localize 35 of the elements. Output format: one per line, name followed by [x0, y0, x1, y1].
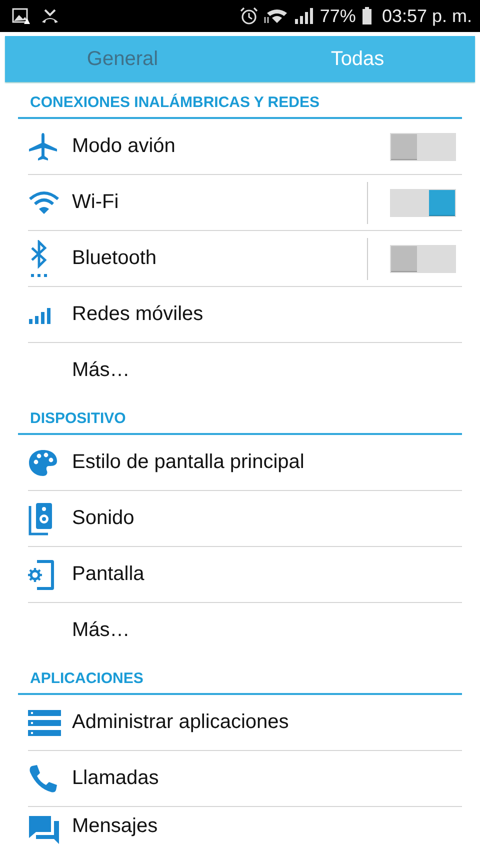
palette-icon — [28, 448, 58, 478]
section-header: CONEXIONES INALÁMBRICAS Y REDES — [18, 82, 462, 119]
setting-label[interactable]: Mensajes — [72, 815, 462, 838]
setting-label[interactable]: Llamadas — [72, 767, 462, 790]
setting-label[interactable]: Redes móviles — [72, 303, 462, 326]
setting-label[interactable]: Sonido — [72, 507, 462, 530]
setting-label[interactable]: Pantalla — [72, 563, 462, 586]
battery-icon — [362, 7, 372, 25]
list-icon — [28, 710, 61, 736]
setting-label[interactable]: Modo avión — [72, 135, 367, 158]
setting-label[interactable]: Más… — [72, 359, 462, 382]
toggle-switch[interactable] — [390, 188, 456, 216]
image-warning-icon — [12, 7, 30, 25]
clock-time: 03:57 p. m. — [382, 6, 472, 26]
signal-icon — [294, 7, 314, 25]
battery-percent: 77% — [320, 6, 356, 26]
setting-label[interactable]: Administrar aplicaciones — [72, 711, 462, 734]
airplane-icon — [28, 132, 58, 162]
toggle-switch[interactable] — [390, 132, 456, 160]
setting-label[interactable]: Wi-Fi — [72, 191, 367, 214]
chat-icon — [28, 815, 60, 845]
section-header: DISPOSITIVO — [18, 398, 462, 435]
setting-label[interactable]: Estilo de pantalla principal — [72, 451, 462, 474]
wifi-icon — [264, 8, 288, 24]
setting-label[interactable]: Más… — [72, 619, 462, 642]
wifi-icon — [28, 190, 60, 216]
missed-call-icon — [40, 7, 60, 25]
phone-icon — [28, 764, 58, 794]
setting-label[interactable]: Bluetooth — [72, 247, 367, 270]
toggle-switch[interactable] — [390, 244, 456, 272]
alarm-icon — [240, 7, 258, 25]
signal-icon — [28, 306, 52, 324]
section-header: APLICACIONES — [18, 658, 462, 695]
bluetooth-icon — [28, 240, 50, 278]
speaker-icon — [28, 502, 54, 536]
